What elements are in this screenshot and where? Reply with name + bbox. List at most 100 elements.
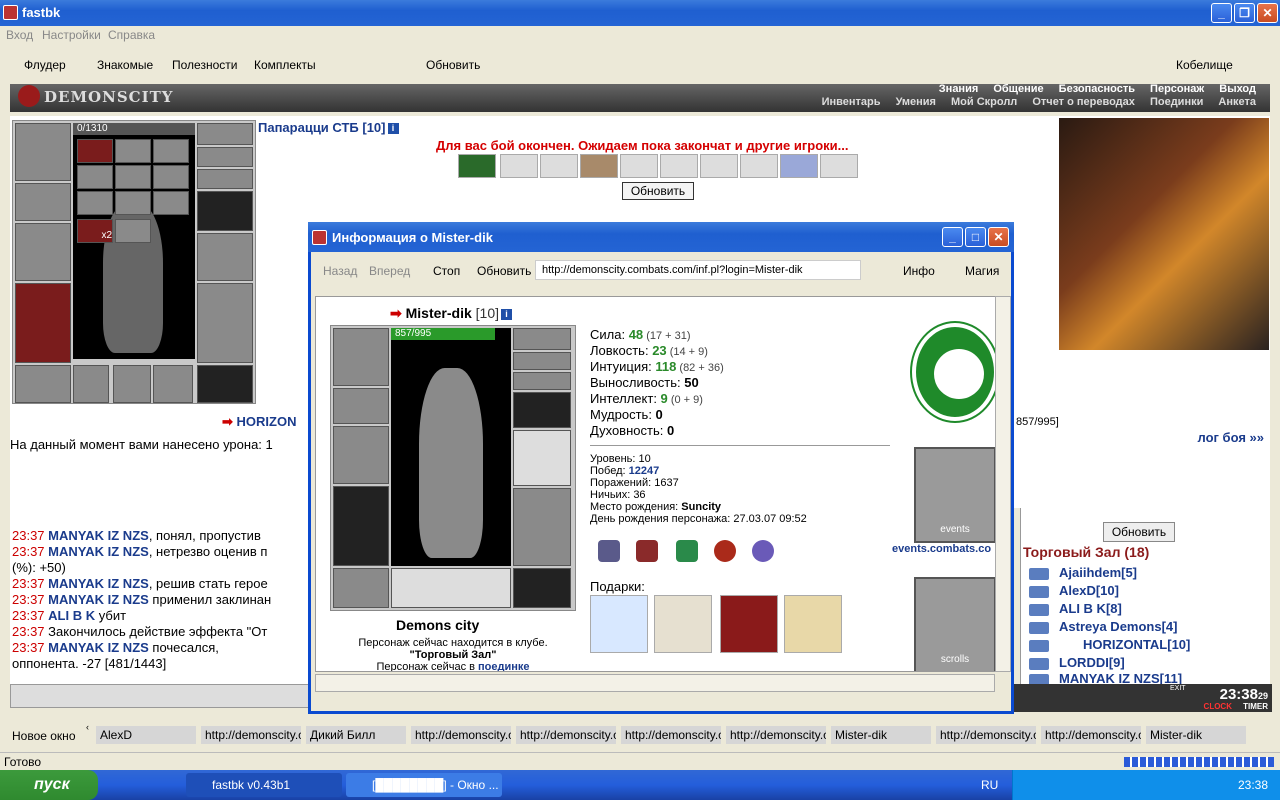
info-button[interactable]: Инфо (903, 264, 935, 278)
close-button[interactable]: ✕ (1257, 3, 1278, 23)
info-icon[interactable]: i (387, 123, 399, 135)
tab[interactable]: Mister-dik (831, 726, 931, 744)
earring-slot[interactable] (197, 123, 253, 145)
user-action-icon[interactable] (1029, 622, 1049, 634)
nav-transfers[interactable]: Отчет о переводах (1032, 96, 1135, 108)
tab[interactable]: http://demonscity.co (516, 726, 616, 744)
maximize-button[interactable]: ❐ (1234, 3, 1255, 23)
legs-slot[interactable] (513, 488, 571, 566)
minimize-button[interactable]: _ (1211, 3, 1232, 23)
spell-scroll[interactable] (740, 154, 778, 178)
scroll-slot[interactable] (77, 165, 113, 189)
toolbar-friends[interactable]: Знакомые (97, 58, 153, 72)
amulet-slot[interactable] (513, 352, 571, 370)
tab[interactable]: http://demonscity.co (726, 726, 826, 744)
user-action-icon[interactable] (1029, 604, 1049, 616)
belt-slot[interactable] (15, 365, 71, 403)
weapon-slot[interactable] (333, 426, 389, 484)
tab[interactable]: http://demonscity.co (936, 726, 1036, 744)
gift-icon[interactable] (720, 595, 778, 653)
scrolls-banner[interactable]: scrolls (914, 577, 996, 671)
toolbar-refresh[interactable]: Обновить (426, 58, 480, 72)
badge-icon[interactable] (676, 540, 698, 562)
url-field[interactable]: http://demonscity.combats.com/inf.pl?log… (535, 260, 861, 280)
nav-exit[interactable]: Выход (1219, 83, 1256, 95)
toolbar-sets[interactable]: Комплекты (254, 58, 316, 72)
dialog-maximize-button[interactable]: □ (965, 227, 986, 247)
helmet-slot[interactable] (15, 123, 71, 181)
spell-scroll[interactable] (540, 154, 578, 178)
user-action-icon[interactable] (1029, 568, 1049, 580)
clan-emblem[interactable] (912, 323, 996, 421)
armor-slot[interactable] (15, 283, 71, 363)
events-banner[interactable]: events (914, 447, 996, 543)
tab[interactable]: AlexD (96, 726, 196, 744)
room-user[interactable]: ALI B K[8] (1059, 601, 1122, 616)
room-user[interactable]: Astreya Demons[4] (1059, 619, 1178, 634)
clock-label[interactable]: CLOCK (1204, 702, 1232, 711)
small-slot[interactable] (73, 365, 109, 403)
spell-scroll[interactable] (780, 154, 818, 178)
scroll-slot[interactable] (153, 191, 189, 215)
task-window[interactable]: [████████] - Окно ... (346, 773, 502, 797)
amulet-slot[interactable] (197, 147, 253, 167)
nav-communication[interactable]: Общение (993, 83, 1043, 95)
magic-button[interactable]: Магия (965, 264, 999, 278)
spell-scroll[interactable] (700, 154, 738, 178)
ring-slot[interactable] (115, 139, 151, 163)
nav-knowledge[interactable]: Знания (939, 83, 978, 95)
horizontal-scrollbar[interactable] (315, 674, 995, 692)
tab[interactable]: Дикий Билл (306, 726, 406, 744)
shield-slot[interactable] (513, 430, 571, 486)
dialog-minimize-button[interactable]: _ (942, 227, 963, 247)
tab-scroll-left[interactable]: ‹ (86, 722, 89, 732)
nav-my-scroll[interactable]: Мой Скролл (951, 96, 1017, 108)
gift-icon[interactable] (590, 595, 648, 653)
small-slot[interactable] (113, 365, 151, 403)
spell-scroll[interactable] (458, 154, 496, 178)
helmet-slot[interactable] (333, 328, 389, 386)
back-button[interactable]: Назад (323, 264, 357, 278)
room-user[interactable]: HORIZONTAL[10] (1083, 637, 1190, 652)
user-action-icon[interactable] (1029, 586, 1049, 598)
gift-icon[interactable] (784, 595, 842, 653)
room-refresh-button[interactable]: Обновить (1103, 522, 1175, 542)
armor-slot[interactable] (333, 486, 389, 566)
info-icon[interactable]: i (501, 308, 512, 320)
spell-scroll[interactable] (580, 154, 618, 178)
weapon2-slot[interactable] (197, 233, 253, 281)
dialog-close-button[interactable]: ✕ (988, 227, 1009, 247)
spell-scroll[interactable] (660, 154, 698, 178)
tab[interactable]: http://demonscity.co (411, 726, 511, 744)
refresh-button[interactable]: Обновить (477, 264, 531, 278)
bracers-slot[interactable] (333, 388, 389, 424)
menu-help[interactable]: Справка (108, 28, 155, 42)
events-link[interactable]: events.combats.co (892, 543, 991, 555)
user-action-icon[interactable] (1029, 640, 1049, 652)
nav-skills[interactable]: Умения (896, 96, 936, 108)
scroll-slot[interactable] (77, 191, 113, 215)
scroll-slot[interactable] (153, 165, 189, 189)
nav-profile[interactable]: Анкета (1218, 96, 1256, 108)
battle-refresh-button[interactable]: Обновить (622, 182, 694, 200)
opponent-name[interactable]: Папарацци СТБ [10] i (258, 120, 399, 135)
ring-slot[interactable] (77, 139, 113, 163)
tab[interactable]: Mister-dik (1146, 726, 1246, 744)
belt-slot[interactable] (333, 568, 389, 608)
stop-button[interactable]: Стоп (433, 264, 460, 278)
ring-slot[interactable] (153, 139, 189, 163)
boots-slot[interactable] (513, 568, 571, 608)
scroll-slot[interactable] (115, 191, 151, 215)
tab[interactable]: http://demonscity.co (1041, 726, 1141, 744)
nav-inventory[interactable]: Инвентарь (822, 96, 881, 108)
battle-log-link[interactable]: лог боя »» (1197, 430, 1264, 445)
language-indicator[interactable]: RU (981, 778, 998, 792)
badge-icon[interactable] (752, 540, 774, 562)
weapon-slot[interactable] (15, 223, 71, 281)
gloves-slot[interactable] (15, 183, 71, 221)
room-user[interactable]: AlexD[10] (1059, 583, 1119, 598)
rings-slot[interactable] (513, 372, 571, 390)
badge-icon[interactable] (598, 540, 620, 562)
potion-slot[interactable] (115, 219, 151, 243)
badge-icon[interactable] (636, 540, 658, 562)
